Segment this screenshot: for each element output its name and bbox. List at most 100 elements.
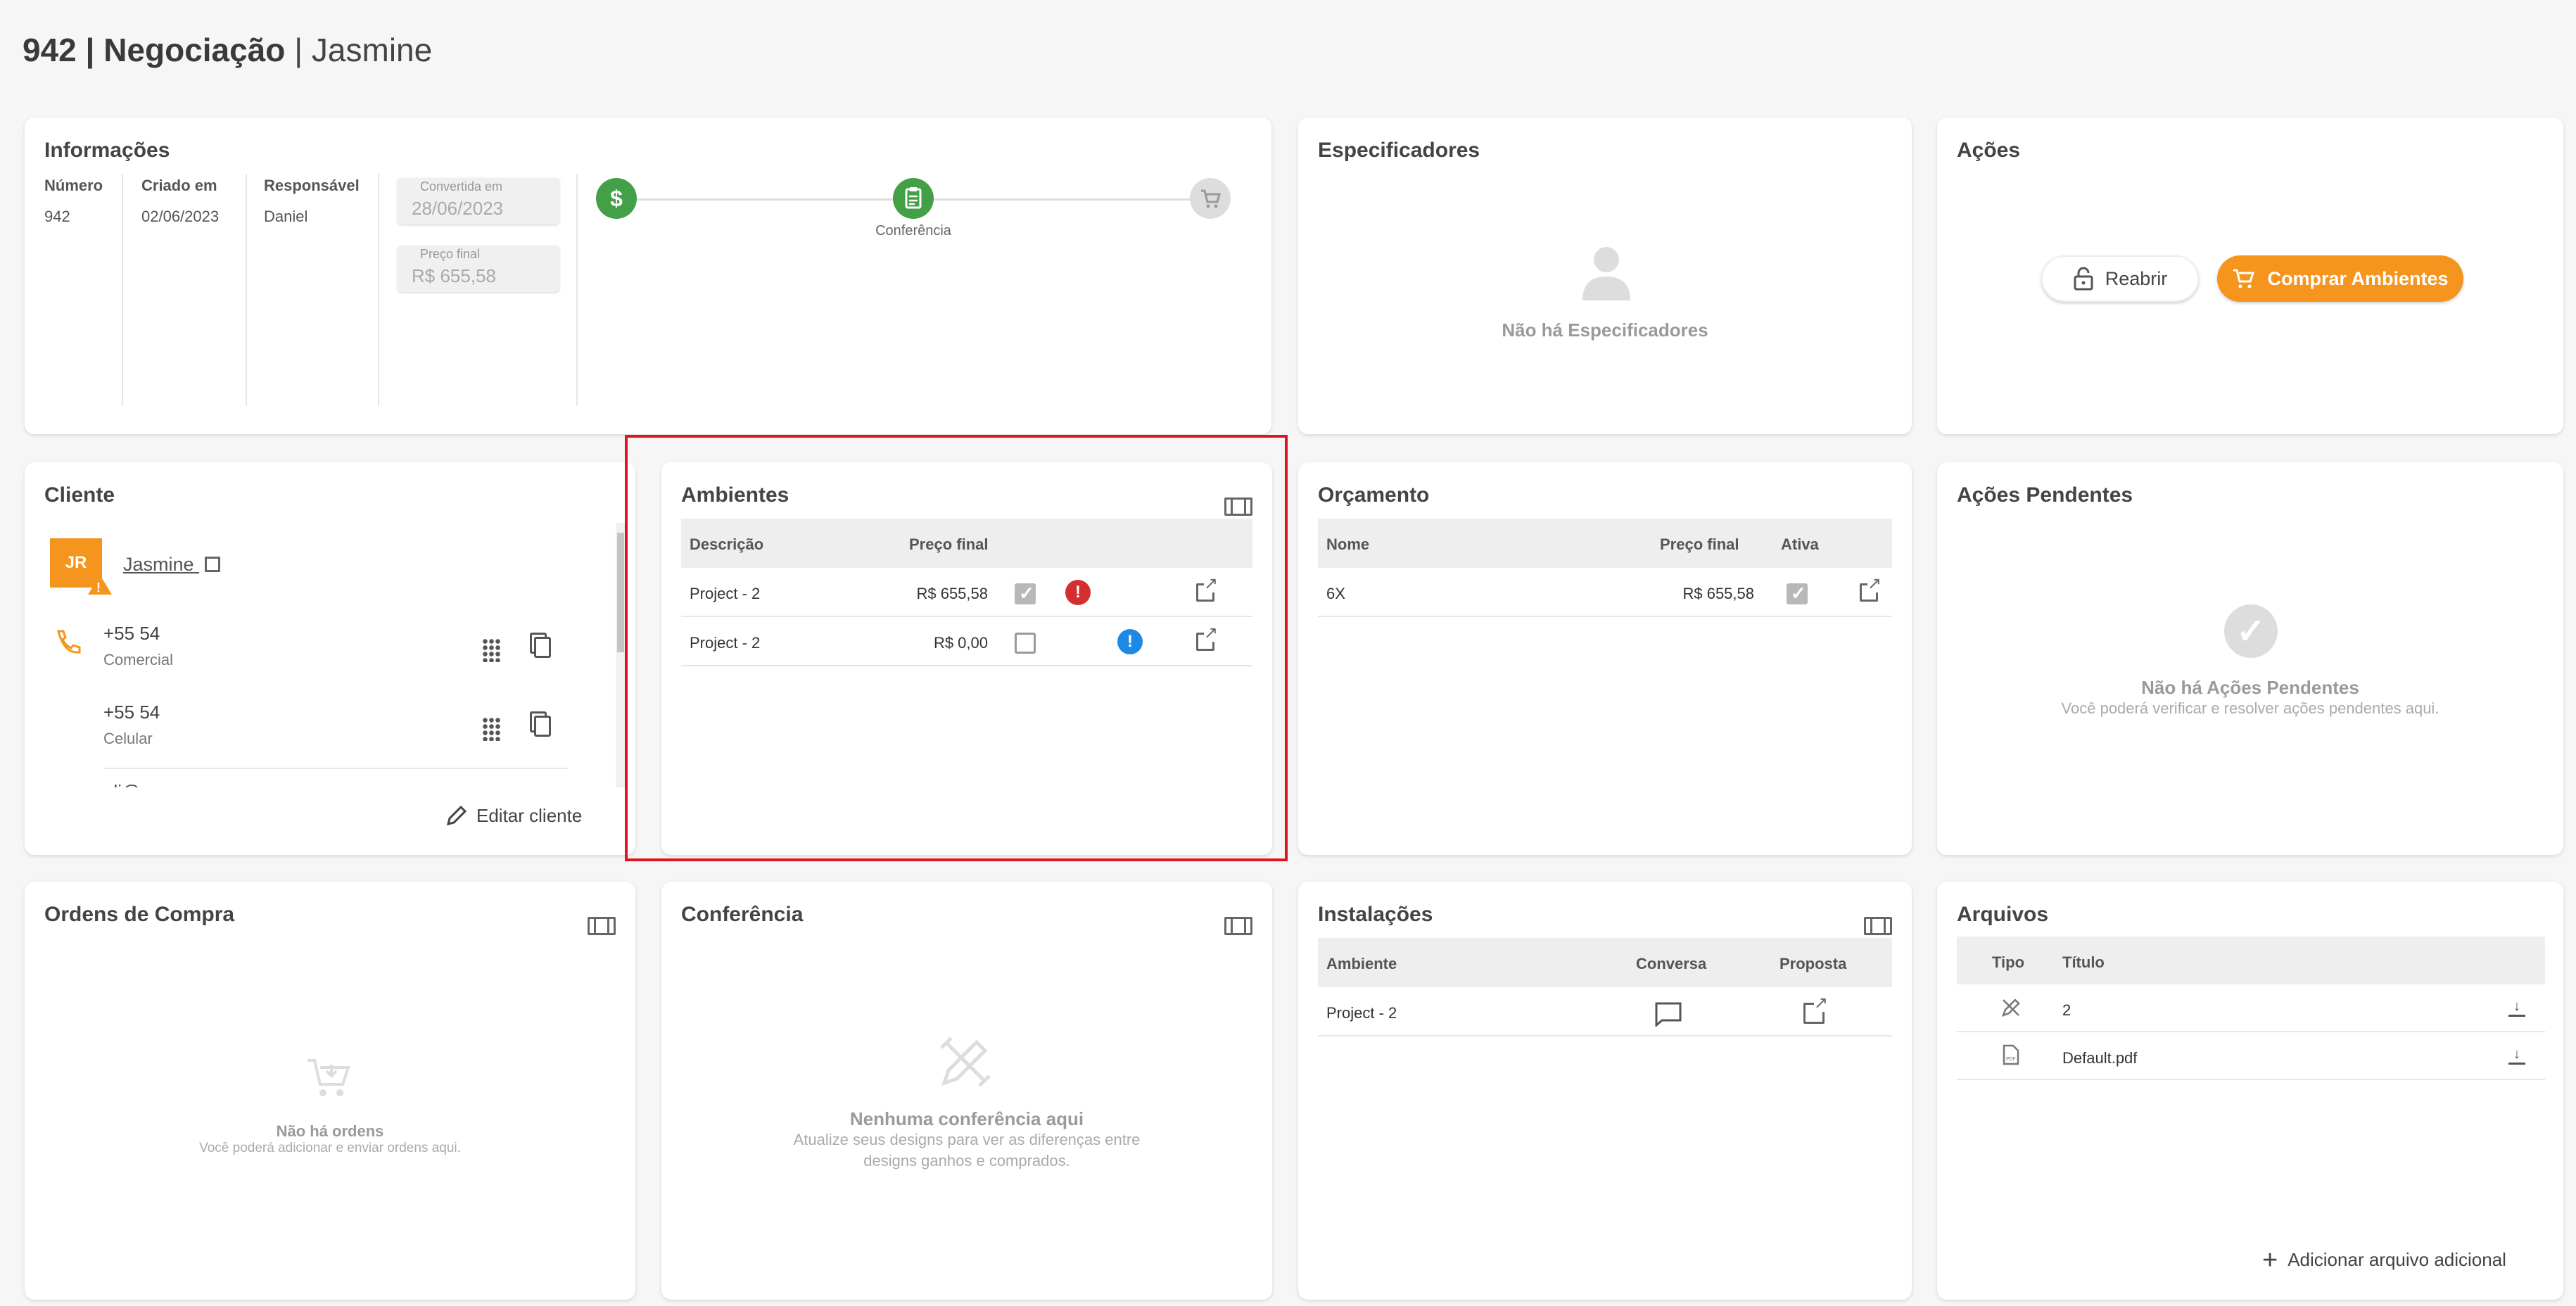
client-link[interactable]: Jasmine [123, 554, 221, 576]
card-title: Ações [1957, 139, 2021, 162]
step-cart[interactable] [1190, 178, 1231, 219]
responsavel-label: Responsável [264, 177, 360, 194]
card-title: Instalações [1318, 903, 1433, 926]
convertida-field: Convertida em 28/06/2023 [398, 178, 559, 224]
card-title: Conferência [681, 903, 804, 926]
header-nome: Nome [1326, 535, 1370, 553]
external-link-icon[interactable] [205, 557, 221, 572]
pencil-icon [446, 805, 467, 826]
acoes-pendentes-card: Ações Pendentes ✓ Não há Ações Pendentes… [1937, 462, 2563, 855]
arquivos-card: Arquivos Tipo Título 2 ↓ PDF Default.pdf… [1937, 882, 2563, 1300]
edit-client-button[interactable]: Editar cliente [445, 804, 582, 827]
phone-number: +55 54 [103, 623, 160, 644]
card-title: Ordens de Compra [44, 903, 235, 926]
reabrir-button[interactable]: Reabrir [2041, 255, 2199, 302]
cart-icon [1201, 189, 1221, 208]
phone-type: Comercial [103, 651, 174, 668]
preco-label: Preço final [420, 247, 481, 261]
add-file-button[interactable]: + Adicionar arquivo adicional [2262, 1247, 2506, 1274]
columns-icon[interactable] [588, 917, 616, 935]
step-dollar[interactable]: $ [596, 178, 637, 219]
warning-mark: ! [96, 581, 101, 595]
clipboard-icon [905, 187, 922, 209]
acoes-card: Ações Reabrir Comprar Ambientes [1937, 118, 2563, 434]
header-conversa: Conversa [1636, 955, 1707, 972]
divider [576, 174, 578, 406]
divider [246, 174, 247, 406]
divider [378, 174, 379, 406]
convertida-label: Convertida em [420, 179, 503, 194]
columns-icon[interactable] [1224, 917, 1252, 935]
copy-icon[interactable] [534, 637, 551, 658]
scrollbar[interactable] [616, 523, 626, 787]
scrollbar-thumb[interactable] [617, 533, 624, 652]
person-icon [1582, 247, 1630, 300]
table-header: Tipo Título [1957, 937, 2545, 984]
download-icon[interactable]: ↓ [2508, 999, 2525, 1017]
especificadores-card: Especificadores Não há Especificadores [1298, 118, 1912, 434]
cart-icon [307, 1059, 350, 1096]
numero-label: Número [44, 177, 103, 194]
phone-type: Celular [103, 730, 153, 747]
divider [103, 768, 568, 769]
dialpad-icon[interactable] [482, 638, 500, 662]
divider [122, 174, 123, 406]
table-row[interactable]: 2 ↓ [1957, 984, 2545, 1032]
dollar-icon: $ [610, 186, 623, 211]
header-preco: Preço final [1660, 535, 1739, 553]
columns-icon[interactable] [1864, 917, 1892, 935]
empty-subtitle: Você poderá verificar e resolver ações p… [2061, 699, 2439, 717]
empty-subtitle-2: designs ganhos e comprados. [863, 1152, 1070, 1169]
cliente-card: Cliente JR ! Jasmine +55 54 Comercial +5… [25, 462, 635, 855]
file-title: 2 [2062, 1001, 2071, 1019]
cart-icon [2233, 269, 2255, 289]
informacoes-card: Informações Número 942 Criado em 02/06/2… [25, 118, 1271, 434]
chat-icon[interactable] [1654, 1001, 1682, 1027]
table-row[interactable]: PDF Default.pdf ↓ [1957, 1032, 2545, 1080]
section-title: Negociação [103, 32, 286, 68]
criado-label: Criado em [141, 177, 217, 194]
table-header: Nome Preço final Ativa [1318, 519, 1892, 568]
card-title: Especificadores [1318, 139, 1480, 162]
table-row[interactable]: Project - 2 [1318, 987, 1892, 1036]
criado-value: 02/06/2023 [141, 208, 220, 225]
responsavel-value: Daniel [264, 208, 308, 225]
check-circle-icon: ✓ [2224, 604, 2278, 658]
conferencia-card: Conferência Nenhuma conferência aqui Atu… [661, 882, 1272, 1300]
svg-text:PDF: PDF [2006, 1056, 2016, 1062]
design-tools-icon [940, 1036, 991, 1087]
page-title: 942 | Negociação | Jasmine [23, 31, 432, 69]
table-row[interactable]: 6X R$ 655,58 [1318, 568, 1892, 617]
phone-number: +55 54 [103, 702, 160, 723]
card-title: Ações Pendentes [1957, 483, 2133, 507]
download-icon[interactable]: ↓ [2508, 1047, 2525, 1065]
empty-subtitle: Atualize seus designs para ver as difere… [793, 1131, 1141, 1148]
design-icon [2001, 998, 2020, 1017]
negotiation-id: 942 [23, 32, 77, 68]
edit-client-label: Editar cliente [476, 804, 583, 826]
open-in-new-icon[interactable] [1860, 576, 1882, 602]
pdf-icon: PDF [2003, 1044, 2019, 1065]
step-conferencia[interactable] [893, 178, 934, 219]
open-in-new-icon[interactable] [1803, 995, 1828, 1024]
empty-subtitle: Você poderá adicionar e enviar ordens aq… [199, 1141, 461, 1155]
file-title: Default.pdf [2062, 1049, 2138, 1067]
preco-field: Preço final R$ 655,58 [398, 246, 559, 292]
copy-icon[interactable] [534, 716, 551, 737]
header-titulo: Título [2062, 953, 2105, 971]
header-ativa: Ativa [1781, 535, 1819, 553]
add-file-label: Adicionar arquivo adicional [2288, 1249, 2506, 1270]
convertida-value: 28/06/2023 [412, 198, 504, 219]
client-name: Jasmine [123, 554, 194, 575]
phone-icon [57, 630, 81, 654]
comprar-ambientes-button[interactable]: Comprar Ambientes [2217, 255, 2463, 302]
client-name-title: Jasmine [311, 32, 433, 68]
empty-title: Nenhuma conferência aqui [849, 1108, 1084, 1129]
row-checkbox[interactable] [1787, 583, 1808, 604]
numero-value: 942 [44, 208, 70, 225]
ordens-card: Ordens de Compra Não há ordens Você pode… [25, 882, 635, 1300]
dialpad-icon[interactable] [482, 717, 500, 741]
avatar-initials: JR [65, 553, 87, 572]
title-separator: | [85, 32, 95, 68]
header-proposta: Proposta [1779, 955, 1847, 972]
